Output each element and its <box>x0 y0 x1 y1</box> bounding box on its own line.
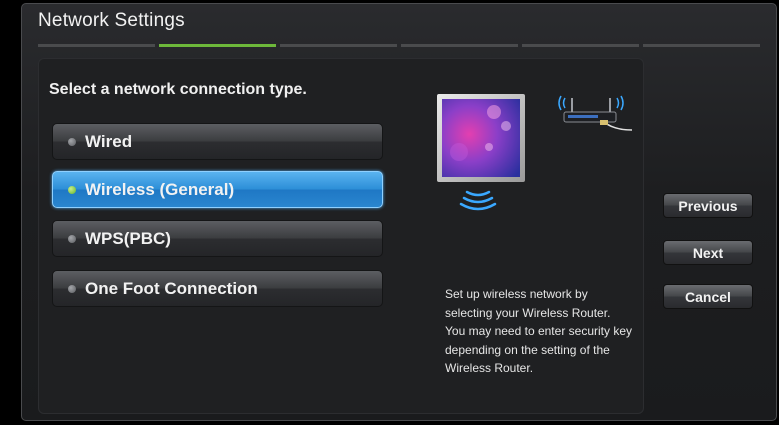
option-wired[interactable]: Wired <box>52 123 383 160</box>
wifi-waves-icon <box>459 190 497 211</box>
help-line: depending on the setting of the <box>445 342 610 357</box>
previous-button[interactable]: Previous <box>663 193 753 218</box>
help-line: selecting your Wireless Router. <box>445 305 611 320</box>
radio-dot-selected-icon <box>68 185 76 194</box>
cancel-button[interactable]: Cancel <box>663 284 753 309</box>
router-icon <box>558 95 633 131</box>
option-one-foot-connection[interactable]: One Foot Connection <box>52 270 383 307</box>
option-wireless-general[interactable]: Wireless (General) <box>52 171 383 208</box>
step-6 <box>643 44 760 47</box>
help-line: Wireless Router. <box>445 361 534 375</box>
step-2-active <box>159 44 276 47</box>
radio-dot-icon <box>68 284 76 293</box>
option-label: Wireless (General) <box>85 179 235 199</box>
connection-prompt: Select a network connection type. <box>49 81 307 98</box>
next-button[interactable]: Next <box>663 240 753 265</box>
option-wps-pbc[interactable]: WPS(PBC) <box>52 220 383 257</box>
network-settings-window: Network Settings Select a network connec… <box>21 3 777 421</box>
tv-icon <box>437 94 525 182</box>
page-title: Network Settings <box>38 10 185 31</box>
option-label: One Foot Connection <box>85 278 258 298</box>
step-1 <box>38 44 155 47</box>
step-progress-bar <box>38 44 760 47</box>
wireless-illustration <box>437 94 633 211</box>
help-line: Set up wireless network by <box>445 287 588 301</box>
help-line: You may need to enter security key <box>445 324 632 338</box>
help-text: Set up wireless network by selecting you… <box>445 285 645 378</box>
step-5 <box>522 44 639 47</box>
radio-dot-icon <box>68 234 76 243</box>
radio-dot-icon <box>68 137 76 146</box>
option-label: Wired <box>85 131 133 151</box>
step-4 <box>401 44 518 47</box>
option-label: WPS(PBC) <box>85 228 171 248</box>
step-3 <box>280 44 397 47</box>
